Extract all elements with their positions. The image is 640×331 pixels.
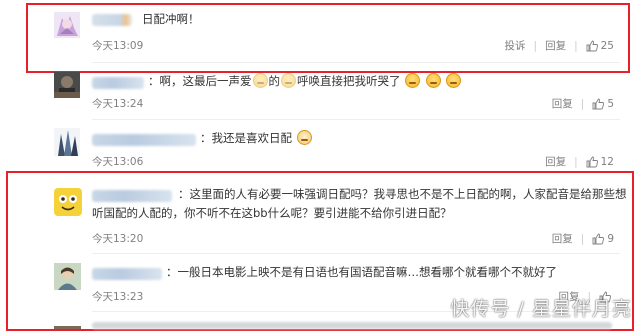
like-button[interactable]: 12 bbox=[586, 156, 614, 168]
commenter-name[interactable] bbox=[92, 77, 144, 89]
comment-time: 今天13:20 bbox=[92, 233, 144, 245]
crying-face-emoji-icon bbox=[425, 73, 441, 88]
crying-face-emoji-icon bbox=[405, 73, 421, 88]
avatar[interactable] bbox=[54, 128, 80, 156]
divider bbox=[92, 253, 620, 254]
comment-text: ：啊，这最后一声爱的呼唤直接把我听哭了 bbox=[148, 72, 462, 91]
blurred-emoji-icon bbox=[252, 73, 268, 88]
reply-button[interactable]: 回复 bbox=[552, 231, 573, 246]
commenter-name[interactable] bbox=[92, 134, 196, 146]
separator: | bbox=[580, 97, 585, 110]
thumbs-up-icon bbox=[592, 233, 605, 244]
comment-time: 今天13:23 bbox=[92, 291, 144, 303]
like-button[interactable]: 9 bbox=[592, 233, 614, 245]
reply-button[interactable]: 回复 bbox=[545, 154, 566, 169]
comment-text: ：一般日本电影上映不是有日语也有国语配音嘛…想看哪个就看哪个不就好了 bbox=[166, 265, 557, 279]
comment-actions: 回复 | 5 bbox=[552, 96, 614, 111]
divider bbox=[92, 119, 620, 120]
separator: | bbox=[580, 232, 585, 245]
commenter-name[interactable] bbox=[92, 268, 162, 280]
comment-time: 今天13:24 bbox=[92, 98, 144, 110]
thumbs-up-icon bbox=[586, 156, 598, 167]
avatar[interactable] bbox=[54, 72, 80, 98]
divider bbox=[92, 62, 620, 63]
blurred-emoji-icon bbox=[281, 73, 296, 88]
avatar[interactable] bbox=[54, 188, 82, 216]
reply-button[interactable]: 回复 bbox=[552, 96, 573, 111]
avatar[interactable] bbox=[54, 263, 81, 290]
comment-text: ：我还是喜欢日配 bbox=[200, 129, 313, 148]
crying-face-emoji-icon bbox=[446, 73, 462, 88]
cat-face-emoji-icon bbox=[296, 130, 312, 145]
avatar[interactable] bbox=[54, 320, 81, 329]
comment-time: 今天13:06 bbox=[92, 156, 144, 168]
thumbs-up-icon bbox=[592, 98, 605, 109]
like-button[interactable]: 5 bbox=[592, 98, 614, 110]
comment-actions: 回复 | 9 bbox=[552, 231, 614, 246]
watermark: 快传号 / 星星伴月亮 bbox=[450, 298, 632, 320]
comment-text: ：这里面的人有必要一味强调日配吗？我寻思也不是不上日配的啊，人家配音是给那些想听… bbox=[92, 187, 627, 220]
like-count: 9 bbox=[607, 232, 614, 245]
commenter-name bbox=[92, 322, 612, 329]
like-count: 5 bbox=[607, 97, 614, 110]
separator: | bbox=[574, 155, 578, 168]
comment-actions: 回复 | 12 bbox=[545, 154, 614, 169]
like-count: 12 bbox=[600, 155, 614, 168]
